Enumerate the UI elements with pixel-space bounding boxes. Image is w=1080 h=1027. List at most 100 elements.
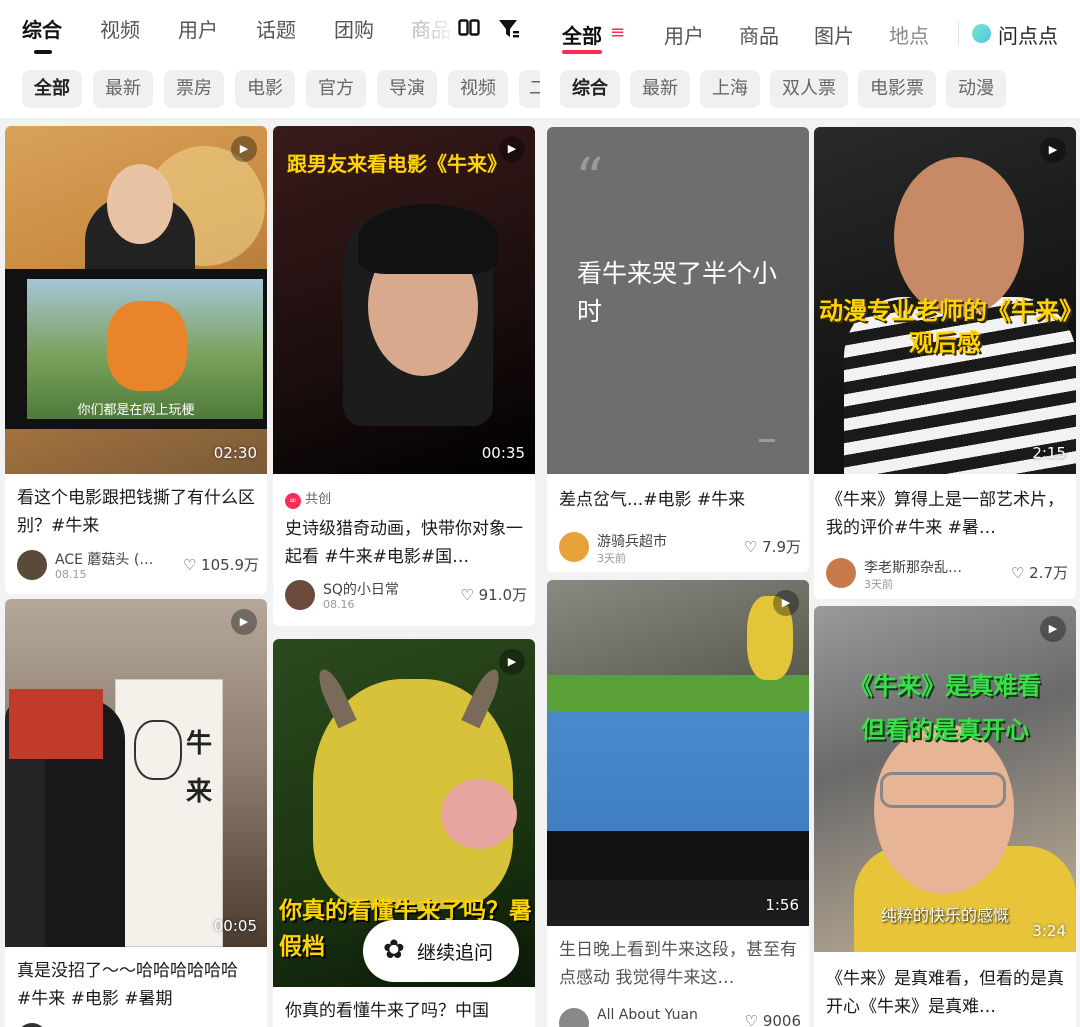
left-search-screen: 综合 视频 用户 话题 团购 商品 全部 最新 票房 电影 官方 导演 视频 二 xyxy=(0,0,540,1027)
author-name[interactable]: 游骑兵超市 xyxy=(597,531,727,551)
video-title: 《牛来》算得上是一部艺术片，我的评价#牛来 #暑… xyxy=(826,490,1064,538)
video-thumbnail: 动漫专业老师的《牛来》观后感 ▶ 2:15 xyxy=(814,127,1076,474)
tab-topic[interactable]: 话题 xyxy=(256,14,296,43)
ask-orb-icon[interactable] xyxy=(972,24,991,43)
like-count[interactable]: ♡ 91.0万 xyxy=(460,584,527,605)
play-icon: ▶ xyxy=(231,136,257,162)
chip-box-office[interactable]: 票房 xyxy=(164,70,224,108)
avatar[interactable] xyxy=(826,558,856,588)
author-name[interactable]: ACE 蘑菇头 (… xyxy=(55,549,185,569)
like-count[interactable]: ♡ 9006 xyxy=(745,1012,801,1027)
chip-director[interactable]: 导演 xyxy=(377,70,437,108)
chip-latest[interactable]: 最新 xyxy=(93,70,153,108)
heart-icon: ♡ xyxy=(182,556,197,574)
avatar[interactable] xyxy=(559,1008,589,1027)
co-create-icon: ∞ xyxy=(285,493,301,509)
chip-movie-ticket[interactable]: 电影票 xyxy=(858,70,936,108)
avatar[interactable] xyxy=(559,532,589,562)
heart-icon: ♡ xyxy=(743,538,758,556)
chip-shanghai[interactable]: 上海 xyxy=(700,70,760,108)
filter-icon[interactable] xyxy=(498,18,520,40)
post-date: 3天前 xyxy=(597,552,626,565)
active-tab-indicator xyxy=(34,50,52,54)
tab-group-buy[interactable]: 团购 xyxy=(334,14,374,43)
drawing-poster: 牛 来 xyxy=(115,679,223,947)
card-meta xyxy=(17,1023,259,1027)
like-count-value: 9006 xyxy=(762,1012,801,1027)
quote-end-mark xyxy=(759,439,775,442)
grass-field xyxy=(547,675,809,711)
chip-anime[interactable]: 动漫 xyxy=(946,70,1006,108)
chip-official[interactable]: 官方 xyxy=(306,70,366,108)
play-icon: ▶ xyxy=(499,136,525,162)
avatar[interactable] xyxy=(17,550,47,580)
card-meta: 游骑兵超市 3天前 ♡ 7.9万 xyxy=(559,532,801,568)
quote-text: 看牛来哭了半个小时 xyxy=(577,259,778,326)
cow-sketch xyxy=(134,720,182,780)
continue-ask-button[interactable]: ✿ 继续追问 xyxy=(363,920,519,982)
tab-user[interactable]: 用户 xyxy=(664,20,704,49)
video-duration: 2:15 xyxy=(1032,444,1066,462)
sparkle-icon: ✿ xyxy=(383,935,405,965)
person-face xyxy=(107,164,173,244)
avatar[interactable] xyxy=(17,1023,47,1027)
post-date: 3天前 xyxy=(864,578,893,591)
video-duration: 00:35 xyxy=(481,444,525,462)
like-count[interactable]: ♡ 7.9万 xyxy=(744,536,801,557)
overlay-caption: 动漫专业老师的《牛来》观后感 xyxy=(819,297,1071,357)
video-thumbnail: 跟男友来看电影《牛来》 ▶ 00:35 xyxy=(273,126,535,474)
video-title: 真是没招了～～哈哈哈哈哈哈 #牛来 #电影 #暑期 xyxy=(17,961,238,1009)
chip-video[interactable]: 视频 xyxy=(448,70,508,108)
video-card[interactable]: 你们都是在网上玩梗 ▶ 02:30 看这个电影跟把钱撕了有什么区别？#牛来 AC… xyxy=(5,126,267,594)
heart-icon: ♡ xyxy=(460,586,474,604)
tab-products[interactable]: 商品 xyxy=(739,20,779,49)
video-title: 《牛来》是真难看，但看的是真开心《牛来》是真难… xyxy=(826,969,1064,1017)
tab-comprehensive[interactable]: 综合 xyxy=(22,14,62,43)
author-name[interactable]: All About Yuan xyxy=(597,1007,727,1023)
subtitle-text: 你们都是在网上玩梗 xyxy=(77,403,195,418)
video-title: 看这个电影跟把钱撕了有什么区别？#牛来 xyxy=(17,488,255,536)
video-card[interactable]: 跟男友来看电影《牛来》 ▶ 00:35 ∞ 共创 史诗级猎奇动画，快带你对象一起… xyxy=(273,126,535,626)
like-count[interactable]: ♡ 105.9万 xyxy=(183,554,259,575)
ask-button[interactable]: 问点点 xyxy=(998,20,1058,49)
author-name[interactable]: SQ的小日常 xyxy=(323,579,453,599)
water-screen xyxy=(547,711,809,831)
play-icon: ▶ xyxy=(1040,616,1066,642)
video-title: 生日晚上看到牛来这段，甚至有点感动 我觉得牛来这… xyxy=(559,940,797,988)
tab-user[interactable]: 用户 xyxy=(178,14,218,43)
video-card[interactable]: 动漫专业老师的《牛来》观后感 ▶ 2:15 《牛来》算得上是一部艺术片，我的评价… xyxy=(814,127,1076,599)
chip-movie[interactable]: 电影 xyxy=(235,70,295,108)
card-meta: ACE 蘑菇头 (… 08.15 ♡ 105.9万 xyxy=(17,550,259,586)
chip-latest[interactable]: 最新 xyxy=(630,70,690,108)
overlay-caption: 但看的是真开心 xyxy=(861,716,1029,744)
chip-more[interactable]: 二 xyxy=(519,70,540,108)
chip-comprehensive[interactable]: 综合 xyxy=(560,70,620,108)
co-create-badge: ∞ 共创 xyxy=(285,488,331,509)
play-icon: ▶ xyxy=(1040,137,1066,163)
person-hair xyxy=(358,204,498,274)
tab-images[interactable]: 图片 xyxy=(814,20,854,49)
avatar[interactable] xyxy=(285,580,315,610)
poster-board xyxy=(9,689,103,759)
quote-icon: “ xyxy=(575,147,604,212)
heart-icon: ♡ xyxy=(744,1012,759,1027)
author-name[interactable]: 李老斯那杂乱… xyxy=(864,557,994,577)
like-count[interactable]: ♡ 2.7万 xyxy=(1011,562,1068,583)
video-card[interactable]: ▶ 1:56 生日晚上看到牛来这段，甚至有点感动 我觉得牛来这… All Abo… xyxy=(547,580,809,1027)
tab-all[interactable]: 全部 xyxy=(562,20,602,49)
tab-video[interactable]: 视频 xyxy=(100,14,140,43)
continue-ask-label: 继续追问 xyxy=(417,942,494,964)
chip-all[interactable]: 全部 xyxy=(22,70,82,108)
cow-figure xyxy=(107,301,187,391)
text-post-card[interactable]: “ 看牛来哭了半个小时 差点岔气...#电影 #牛来 游骑兵超市 3天前 ♡ 7… xyxy=(547,127,809,572)
tab-places[interactable]: 地点 xyxy=(889,20,929,49)
search-tabs: 综合 视频 用户 话题 团购 商品 xyxy=(0,0,540,62)
video-thumbnail: 牛 来 ▶ 00:05 xyxy=(5,599,267,947)
chip-double-ticket[interactable]: 双人票 xyxy=(770,70,848,108)
filter-chips: 综合 最新 上海 双人票 电影票 动漫 xyxy=(540,62,1080,118)
heart-icon: ♡ xyxy=(1010,564,1025,582)
video-card[interactable]: 牛 来 ▶ 00:05 真是没招了～～哈哈哈哈哈哈 #牛来 #电影 #暑期 xyxy=(5,599,267,1027)
video-card[interactable]: 《牛来》是真难看 但看的是真开心 纯粹的快乐的感慨 ▶ 3:24 《牛来》是真难… xyxy=(814,606,1076,1027)
layout-grid-icon[interactable] xyxy=(458,19,480,39)
sort-icon[interactable]: ≡ xyxy=(610,22,625,43)
